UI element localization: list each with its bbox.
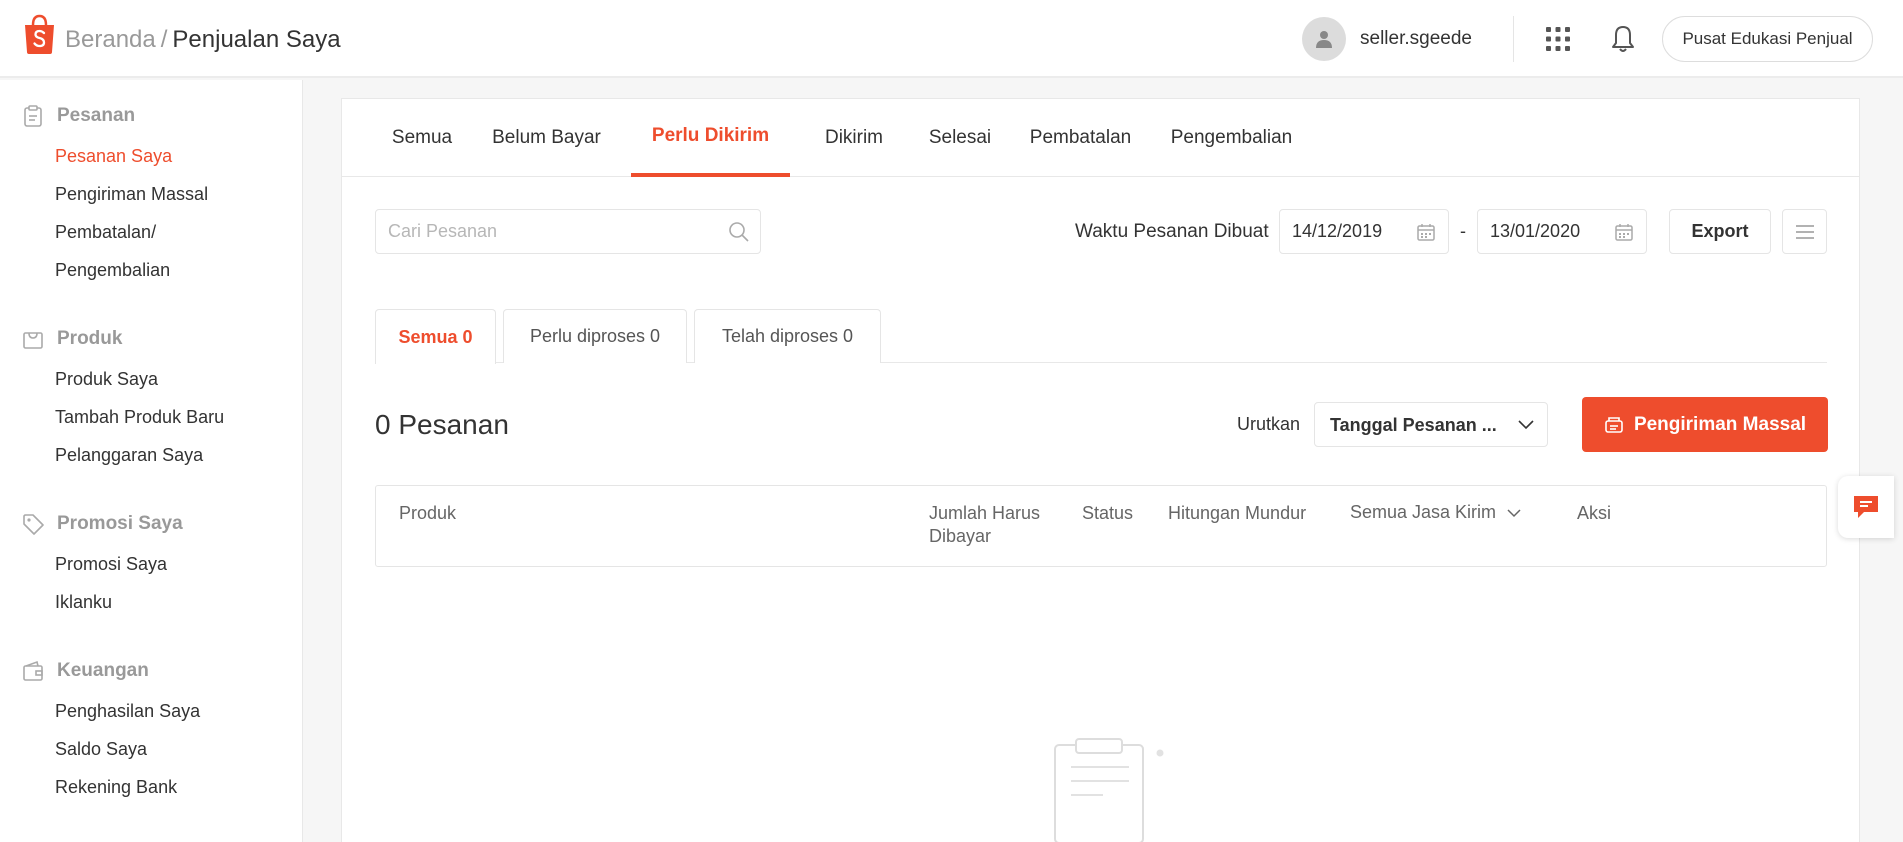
date-from-picker[interactable]: 14/12/2019 [1279, 209, 1449, 254]
sidebar: Pesanan Pesanan Saya Pengiriman Massal P… [0, 80, 303, 842]
calendar-icon [1417, 224, 1435, 241]
courier-filter-label: Semua Jasa Kirim [1350, 502, 1497, 522]
export-button[interactable]: Export [1669, 209, 1771, 254]
tab-cancellation[interactable]: Pembatalan [1018, 99, 1143, 177]
search-input[interactable] [376, 210, 716, 253]
tab-completed[interactable]: Selesai [910, 99, 1010, 177]
sidebar-item-cancellation[interactable]: Pembatalan/ [55, 222, 156, 243]
date-range-separator: - [1460, 221, 1466, 241]
sidebar-item-my-products[interactable]: Produk Saya [55, 369, 158, 390]
sidebar-item-my-orders[interactable]: Pesanan Saya [55, 146, 172, 167]
apps-grid-icon[interactable] [1545, 26, 1571, 52]
wallet-icon [23, 660, 43, 681]
sidebar-item-my-promotions[interactable]: Promosi Saya [55, 554, 167, 575]
clipboard-icon [24, 105, 42, 127]
order-status-tabs: Semua Belum Bayar Perlu Dikirim Dikirim … [342, 99, 1859, 177]
orders-table-header: Produk Jumlah Harus Dibayar Status Hitun… [375, 485, 1827, 567]
sidebar-section-label: Produk [57, 328, 123, 349]
tab-all[interactable]: Semua [372, 99, 472, 177]
order-search [375, 209, 761, 254]
top-header: Beranda / Penjualan Saya seller.sgeede Pus… [0, 0, 1903, 78]
username[interactable]: seller.sgeede [1360, 28, 1472, 50]
list-icon [1796, 225, 1814, 239]
courier-filter-dropdown[interactable]: Semua Jasa Kirim [1350, 502, 1522, 523]
subtab-processed[interactable]: Telah diproses 0 [694, 309, 881, 363]
sidebar-section-label: Pesanan [57, 105, 136, 126]
column-header-amount: Jumlah Harus Dibayar [929, 502, 1040, 548]
sidebar-section-label: Keuangan [57, 660, 149, 681]
date-to-picker[interactable]: 13/01/2020 [1477, 209, 1647, 254]
sidebar-item-violations[interactable]: Pelanggaran Saya [55, 445, 203, 466]
page-title: Penjualan Saya [172, 26, 341, 53]
sidebar-section-label: Promosi Saya [57, 513, 183, 534]
sidebar-section-products: Produk [22, 328, 122, 350]
date-filter-label: Waktu Pesanan Dibuat [1075, 221, 1269, 242]
tab-to-ship[interactable]: Perlu Dikirim [631, 99, 790, 177]
sort-select[interactable]: Tanggal Pesanan ... [1314, 402, 1548, 447]
sort-value: Tanggal Pesanan ... [1330, 415, 1497, 435]
list-menu-button[interactable] [1782, 209, 1827, 254]
sidebar-item-returns[interactable]: Pengembalian [55, 260, 170, 281]
processing-subtabs: Semua 0 Perlu diproses 0 Telah diproses … [375, 309, 1827, 364]
avatar[interactable] [1302, 17, 1346, 61]
sidebar-item-mass-shipping[interactable]: Pengiriman Massal [55, 184, 208, 205]
chevron-down-icon [1507, 508, 1521, 517]
column-header-status: Status [1082, 503, 1134, 523]
subtab-to-process[interactable]: Perlu diproses 0 [503, 309, 687, 363]
column-header-amount-line1: Jumlah Harus [929, 503, 1041, 523]
date-from-value: 14/12/2019 [1292, 221, 1383, 241]
breadcrumb-home-link[interactable]: Beranda [65, 26, 156, 53]
date-to-value: 13/01/2020 [1490, 221, 1581, 241]
chat-icon [1854, 496, 1878, 518]
sidebar-item-add-product[interactable]: Tambah Produk Baru [55, 407, 224, 428]
shopee-logo-icon[interactable] [21, 14, 58, 54]
tab-returns[interactable]: Pengembalian [1159, 99, 1304, 177]
sidebar-item-my-income[interactable]: Penghasilan Saya [55, 701, 200, 722]
column-header-product: Produk [399, 503, 457, 523]
empty-orders-illustration-icon [1054, 738, 1164, 842]
tag-icon [23, 514, 44, 535]
column-header-countdown: Hitungan Mundur [1168, 503, 1307, 523]
mass-shipping-button[interactable]: Pengiriman Massal [1582, 397, 1828, 452]
subtab-all[interactable]: Semua 0 [375, 309, 496, 364]
user-menu[interactable]: seller.sgeede [1302, 17, 1472, 61]
header-divider [1513, 16, 1514, 62]
mass-shipping-label: Pengiriman Massal [1633, 413, 1807, 435]
breadcrumb-separator: / [160, 26, 168, 53]
breadcrumb: Beranda / Penjualan Saya [65, 26, 341, 54]
sidebar-section-finance: Keuangan [22, 660, 149, 682]
orders-panel: Semua Belum Bayar Perlu Dikirim Dikirim … [341, 98, 1860, 842]
order-count: 0 Pesanan [375, 409, 509, 440]
seller-education-button[interactable]: Pusat Edukasi Penjual [1662, 16, 1873, 62]
bell-icon[interactable] [1610, 24, 1636, 54]
sidebar-section-promotions: Promosi Saya [22, 513, 183, 535]
sidebar-item-my-balance[interactable]: Saldo Saya [55, 739, 147, 760]
chat-button[interactable] [1838, 476, 1894, 538]
search-icon[interactable] [728, 221, 750, 243]
bag-icon [23, 332, 43, 349]
sidebar-section-orders: Pesanan [22, 105, 135, 127]
printer-icon [1605, 416, 1623, 433]
tab-shipping[interactable]: Dikirim [804, 99, 904, 177]
column-header-action: Aksi [1577, 503, 1612, 523]
sidebar-item-my-ads[interactable]: Iklanku [55, 592, 112, 613]
tab-unpaid[interactable]: Belum Bayar [484, 99, 609, 177]
calendar-icon [1615, 224, 1633, 241]
user-icon [1316, 31, 1332, 48]
sidebar-item-bank-account[interactable]: Rekening Bank [55, 777, 177, 798]
sort-label: Urutkan [1237, 414, 1301, 434]
column-header-amount-line2: Dibayar [929, 526, 992, 546]
chevron-down-icon [1518, 420, 1534, 430]
